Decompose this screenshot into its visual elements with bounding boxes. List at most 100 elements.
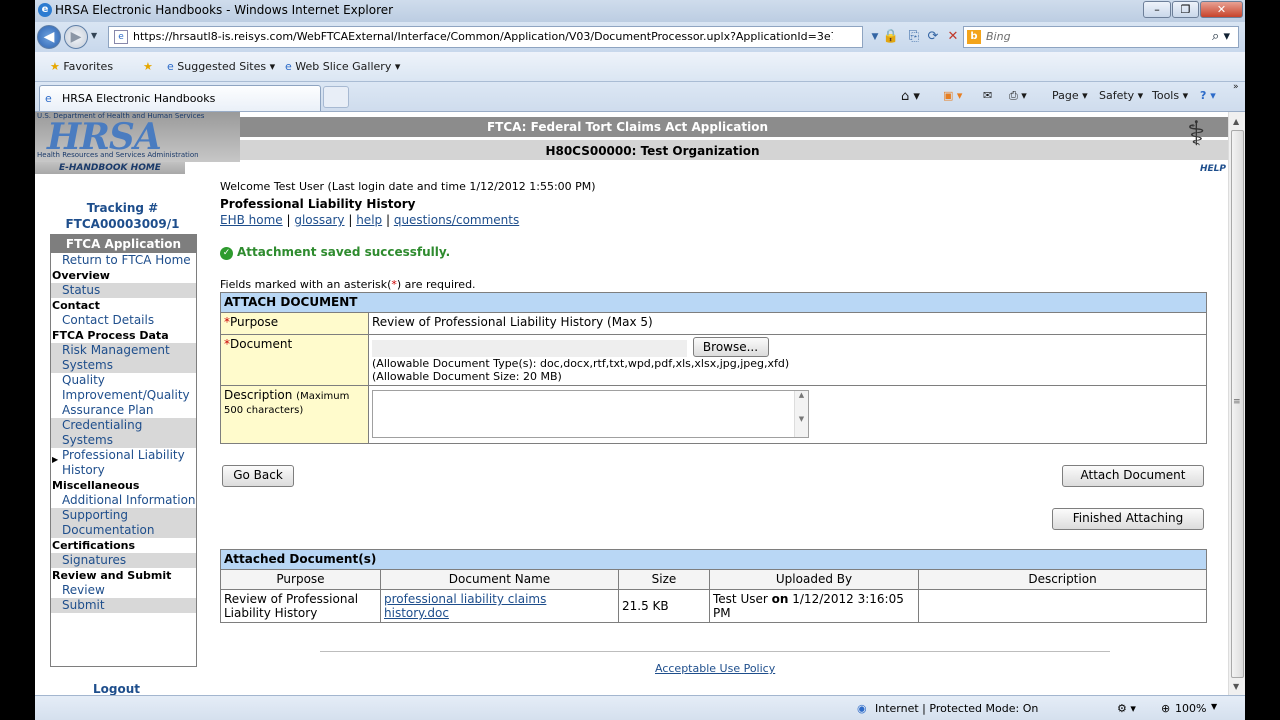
- ehandbook-home-link[interactable]: E-HANDBOOK HOME: [35, 162, 185, 174]
- attach-document-table: ATTACH DOCUMENT *Purpose Review of Profe…: [220, 292, 1207, 444]
- nav-label: Overview: [52, 269, 110, 282]
- glossary-link[interactable]: glossary: [294, 213, 344, 227]
- nav-link[interactable]: Additional Information: [51, 493, 196, 508]
- zoom-dropdown-icon[interactable]: ▼: [1211, 702, 1217, 711]
- chevron-more-icon[interactable]: »: [1233, 82, 1239, 92]
- logout-link[interactable]: Logout: [93, 682, 140, 695]
- description-textarea[interactable]: ▲ ▼: [372, 390, 809, 438]
- browse-button[interactable]: Browse...: [692, 337, 769, 357]
- tab-hrsa[interactable]: e HRSA Electronic Handbooks: [39, 85, 321, 111]
- textarea-scrollbar[interactable]: ▲ ▼: [794, 391, 808, 437]
- nav-section-heading: Miscellaneous: [51, 478, 196, 493]
- zoom-level[interactable]: 100%: [1175, 702, 1206, 715]
- finished-attaching-button[interactable]: Finished Attaching: [1052, 508, 1204, 530]
- help-link-top[interactable]: help: [356, 213, 382, 227]
- ie-logo-icon: e: [38, 3, 52, 17]
- safety-menu[interactable]: Safety ▾: [1099, 89, 1143, 102]
- lock-icon[interactable]: 🔒: [881, 27, 901, 47]
- tools-menu[interactable]: Tools ▾: [1152, 89, 1188, 102]
- document-label-cell: *Document: [220, 334, 369, 386]
- nav-link[interactable]: Review: [51, 583, 196, 598]
- hrsa-logo[interactable]: U.S. Department of Health and Human Serv…: [35, 112, 240, 162]
- help-link[interactable]: HELP: [1200, 164, 1226, 174]
- attach-document-button[interactable]: Attach Document: [1062, 465, 1204, 487]
- nav-link[interactable]: Credentialing Systems: [51, 418, 196, 448]
- bing-icon: b: [967, 30, 981, 44]
- nav-link[interactable]: Supporting Documentation: [51, 508, 196, 538]
- compat-view-icon[interactable]: ⎘: [904, 27, 924, 47]
- nav-label: Risk Management Systems: [62, 343, 170, 372]
- suggested-sites-link[interactable]: e Suggested Sites ▾: [167, 60, 275, 73]
- app-title: FTCA: Federal Tort Claims Act Applicatio…: [486, 120, 769, 134]
- file-path-input[interactable]: [372, 339, 687, 357]
- search-box[interactable]: b Bing ⌕ ▾: [963, 26, 1239, 48]
- search-input[interactable]: Bing: [986, 30, 1011, 43]
- page-scrollbar[interactable]: ▲ ≡ ▼: [1228, 112, 1245, 695]
- ehb-home-link[interactable]: EHB home: [220, 213, 283, 227]
- zoom-icon[interactable]: ⊕: [1161, 702, 1170, 715]
- home-icon[interactable]: ⌂ ▾: [901, 89, 920, 104]
- refresh-icon[interactable]: ⟳: [923, 27, 943, 47]
- left-navigation: FTCA Application Return to FTCA Home Over…: [50, 234, 197, 667]
- tab-title: HRSA Electronic Handbooks: [62, 92, 216, 105]
- nav-link[interactable]: Submit: [51, 598, 196, 613]
- questions-link[interactable]: questions/comments: [394, 213, 519, 227]
- browser-window: e HRSA Electronic Handbooks - Windows In…: [0, 0, 1280, 720]
- page-title: Professional Liability History: [220, 197, 416, 211]
- purpose-value: Review of Professional Liability History…: [368, 312, 1207, 335]
- current-page-arrow-icon: ▶: [52, 455, 59, 464]
- forward-button[interactable]: ▶: [64, 25, 88, 49]
- minimize-button[interactable]: –: [1143, 1, 1171, 18]
- address-url[interactable]: https://hrsautl8-is.reisys.com/WebFTCAEx…: [133, 30, 833, 43]
- new-tab-button[interactable]: [323, 86, 349, 108]
- col-purpose: Purpose: [220, 569, 381, 590]
- welcome-text: Welcome Test User (Last login date and t…: [220, 180, 596, 193]
- protected-mode-icon[interactable]: ⚙ ▾: [1117, 702, 1136, 715]
- description-label-cell: Description (Maximum 500 characters): [220, 385, 369, 444]
- feeds-icon[interactable]: ▣ ▾: [943, 89, 962, 102]
- help-menu-icon[interactable]: ? ▾: [1200, 89, 1216, 102]
- tab-row: e HRSA Electronic Handbooks ⌂ ▾ ▣ ▾ ✉ ⎙ …: [35, 82, 1245, 112]
- print-icon[interactable]: ⎙ ▾: [1009, 89, 1027, 103]
- nav-link[interactable]: ▶ Professional Liability History: [51, 448, 196, 478]
- ie-page-icon: e: [167, 60, 178, 73]
- document-cell: Browse... (Allowable Document Type(s): d…: [368, 334, 1207, 386]
- maximize-button[interactable]: ❐: [1172, 1, 1199, 18]
- search-icon[interactable]: ⌕ ▾: [1212, 29, 1230, 44]
- description-label: Description: [224, 388, 293, 402]
- page-content: FTCA: Federal Tort Claims Act Applicatio…: [35, 112, 1245, 695]
- document-link[interactable]: professional liability claims history.do…: [384, 592, 546, 620]
- add-favorite-icon[interactable]: ★: [143, 60, 153, 73]
- read-mail-icon[interactable]: ✉: [983, 89, 992, 102]
- web-slice-gallery-link[interactable]: e Web Slice Gallery ▾: [285, 60, 400, 73]
- status-bar: ◉ Internet | Protected Mode: On ⚙ ▾ ⊕ 10…: [35, 695, 1245, 720]
- address-bar[interactable]: e https://hrsautl8-is.reisys.com/WebFTCA…: [108, 26, 863, 48]
- nav-link[interactable]: Risk Management Systems: [51, 343, 196, 373]
- acceptable-use-policy-link[interactable]: Acceptable Use Policy: [655, 662, 775, 675]
- stop-icon[interactable]: ✕: [943, 27, 963, 47]
- recent-pages-dropdown-icon[interactable]: ▼: [91, 31, 97, 40]
- purpose-label: Purpose: [230, 315, 279, 329]
- allowed-types-text: (Allowable Document Type(s): doc,docx,rt…: [372, 357, 790, 370]
- required-note-pre: Fields marked with an asterisk(: [220, 278, 392, 291]
- check-icon: ✓: [220, 247, 233, 260]
- page-menu[interactable]: Page ▾: [1052, 89, 1088, 102]
- row-purpose: Review of Professional Liability History: [220, 589, 381, 623]
- row-document-cell: professional liability claims history.do…: [380, 589, 619, 623]
- scroll-down-icon[interactable]: ▼: [1233, 682, 1239, 691]
- success-message: ✓ Attachment saved successfully.: [220, 245, 450, 260]
- star-icon: ★: [50, 60, 64, 73]
- nav-section-heading: Certifications: [51, 538, 196, 553]
- nav-link[interactable]: Contact Details: [51, 313, 196, 328]
- nav-link[interactable]: Signatures: [51, 553, 196, 568]
- nav-link[interactable]: Quality Improvement/Quality Assurance Pl…: [51, 373, 196, 418]
- go-back-button[interactable]: Go Back: [222, 465, 294, 487]
- favorites-button[interactable]: ★ Favorites: [50, 60, 113, 73]
- nav-link[interactable]: Return to FTCA Home: [51, 253, 196, 268]
- close-button[interactable]: ✕: [1200, 1, 1243, 18]
- left-black-border: [0, 0, 35, 720]
- back-button[interactable]: ◀: [37, 25, 61, 49]
- title-bar: e HRSA Electronic Handbooks - Windows In…: [35, 0, 1245, 22]
- nav-link[interactable]: Status: [51, 283, 196, 298]
- scroll-up-icon[interactable]: ▲: [1233, 117, 1239, 126]
